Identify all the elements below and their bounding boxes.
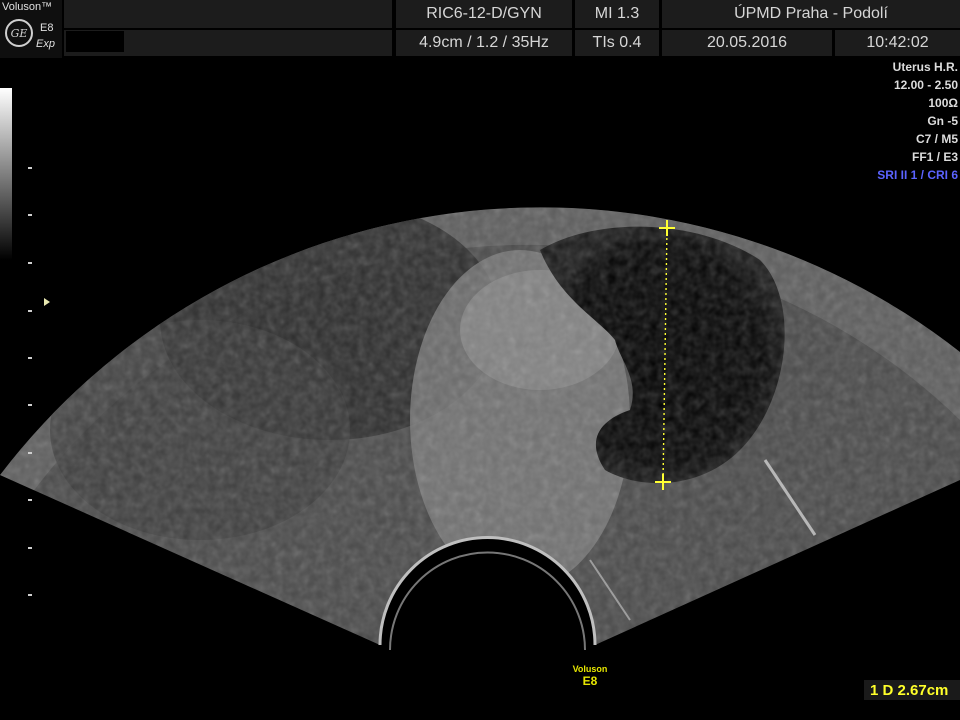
depth-tick xyxy=(28,167,32,169)
ge-logo-icon: GE xyxy=(5,19,33,47)
ultrasound-image[interactable] xyxy=(0,0,960,720)
patient-name-redacted xyxy=(66,31,124,52)
footer-brand: Voluson xyxy=(572,664,608,674)
tis-value: TIs 0.4 xyxy=(575,30,659,56)
focus-triangle-right-icon[interactable] xyxy=(44,298,50,306)
measurement-readout: 1 D 2.67cm xyxy=(864,680,960,700)
color-map-value: C7 / M5 xyxy=(915,132,958,146)
preset-label: Uterus H.R. xyxy=(892,60,958,74)
footer-model: E8 xyxy=(582,674,598,688)
sri-cri-value: SRI II 1 / CRI 6 xyxy=(877,168,958,182)
depth-tick xyxy=(28,499,32,501)
depth-tick xyxy=(28,404,32,406)
brand-name: Voluson™ xyxy=(2,1,53,13)
depth-tick xyxy=(28,214,32,216)
depth-tick xyxy=(28,262,32,264)
depth-tick xyxy=(28,357,32,359)
depth-info: 4.9cm / 1.2 / 35Hz xyxy=(396,30,572,56)
model-label: E8 xyxy=(40,22,54,34)
top-bar: Voluson™ GE E8 Exp RIC6-12-D/GYN 4.9cm /… xyxy=(0,0,960,58)
grayscale-bar xyxy=(0,88,12,260)
institution-label: ÚPMD Praha - Podolí xyxy=(662,0,960,28)
depth-tick xyxy=(28,547,32,549)
time-label: 10:42:02 xyxy=(835,30,960,56)
filter-value: FF1 / E3 xyxy=(911,150,958,164)
date-label: 20.05.2016 xyxy=(662,30,832,56)
mi-value: MI 1.3 xyxy=(575,0,659,28)
depth-tick xyxy=(28,594,32,596)
header-blank-cell xyxy=(64,0,392,28)
frequency-range: 12.00 - 2.50 xyxy=(893,78,958,92)
depth-tick xyxy=(28,310,32,312)
probe-label: RIC6-12-D/GYN xyxy=(396,0,572,28)
footer-logo: Voluson E8 xyxy=(562,664,618,688)
depth-tick xyxy=(28,452,32,454)
power-value: 100Ω xyxy=(928,96,958,110)
gain-value: Gn -5 xyxy=(927,114,958,128)
brand-panel: Voluson™ GE E8 Exp xyxy=(0,0,62,58)
mode-label: Exp xyxy=(36,38,55,50)
